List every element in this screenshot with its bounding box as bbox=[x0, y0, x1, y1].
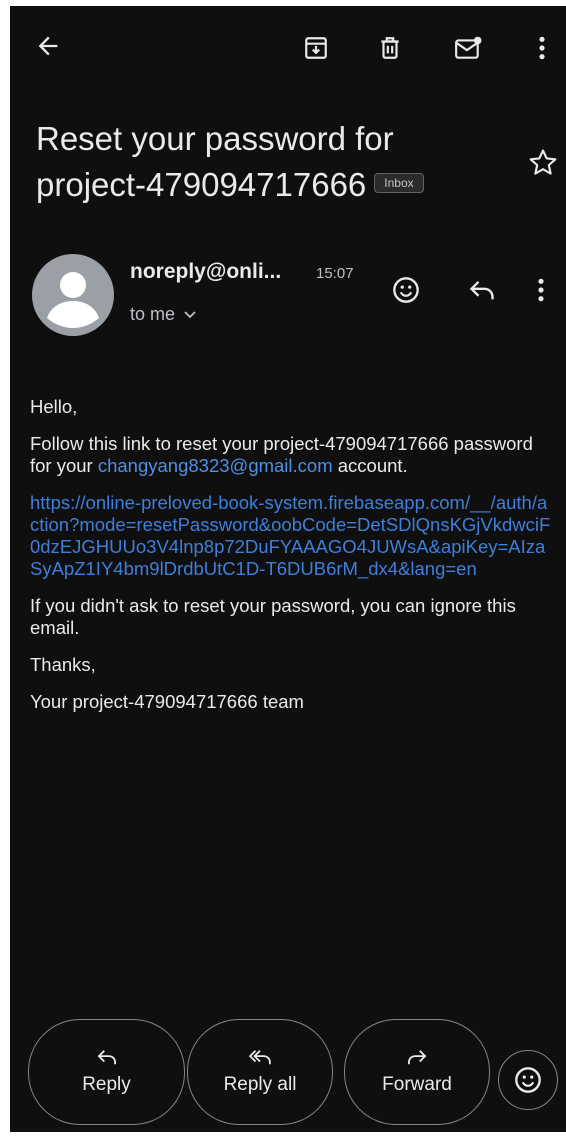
smiley-icon[interactable] bbox=[384, 268, 428, 312]
reply-icon[interactable] bbox=[460, 268, 504, 312]
more-vert-icon[interactable] bbox=[520, 26, 564, 70]
trash-icon[interactable] bbox=[368, 26, 412, 70]
top-app-bar bbox=[10, 6, 566, 86]
email-screen: Reset your password for project-47909471… bbox=[10, 6, 566, 1132]
forward-label: Forward bbox=[382, 1074, 452, 1095]
account-email-link[interactable]: changyang8323@gmail.com bbox=[98, 455, 333, 476]
reply-icon bbox=[97, 1050, 116, 1065]
avatar[interactable] bbox=[32, 254, 114, 336]
reply-button[interactable]: Reply bbox=[28, 1019, 185, 1125]
reply-all-icon bbox=[248, 1050, 271, 1065]
reply-all-label: Reply all bbox=[223, 1074, 297, 1095]
chevron-down-icon bbox=[184, 310, 196, 318]
thanks-line: Thanks, bbox=[30, 654, 96, 675]
email-time: 15:07 bbox=[316, 265, 354, 282]
arrow-back-icon[interactable] bbox=[26, 24, 70, 68]
archive-icon[interactable] bbox=[294, 26, 338, 70]
message-more-icon[interactable] bbox=[526, 268, 556, 312]
recipient-label: to me bbox=[130, 304, 176, 324]
emoji-reaction-button[interactable] bbox=[498, 1050, 558, 1110]
sender-name[interactable]: noreply@onli... bbox=[130, 260, 281, 284]
mark-unread-icon[interactable] bbox=[446, 26, 490, 70]
email-body: Hello, Follow this link to reset your pr… bbox=[30, 396, 556, 728]
reset-password-link[interactable]: https://online-preloved-book-system.fire… bbox=[30, 492, 556, 580]
reply-label: Reply bbox=[82, 1074, 131, 1095]
subject-text: Reset your password for project-47909471… bbox=[36, 120, 394, 203]
recipient-details[interactable]: to me bbox=[130, 304, 197, 325]
smiley-icon bbox=[515, 1067, 541, 1093]
signature: Your project-479094717666 team bbox=[30, 691, 304, 712]
email-subject: Reset your password for project-47909471… bbox=[36, 116, 506, 208]
forward-button[interactable]: Forward bbox=[344, 1019, 490, 1125]
greeting: Hello, bbox=[30, 396, 78, 417]
forward-icon bbox=[408, 1050, 427, 1065]
ignore-note: If you didn't ask to reset your password… bbox=[30, 595, 516, 638]
intro-paragraph: Follow this link to reset your project-4… bbox=[30, 433, 556, 477]
star-icon[interactable] bbox=[526, 146, 560, 180]
reply-all-button[interactable]: Reply all bbox=[187, 1019, 333, 1125]
inbox-label-badge[interactable]: Inbox bbox=[374, 173, 424, 194]
intro-suffix: account. bbox=[332, 455, 408, 476]
